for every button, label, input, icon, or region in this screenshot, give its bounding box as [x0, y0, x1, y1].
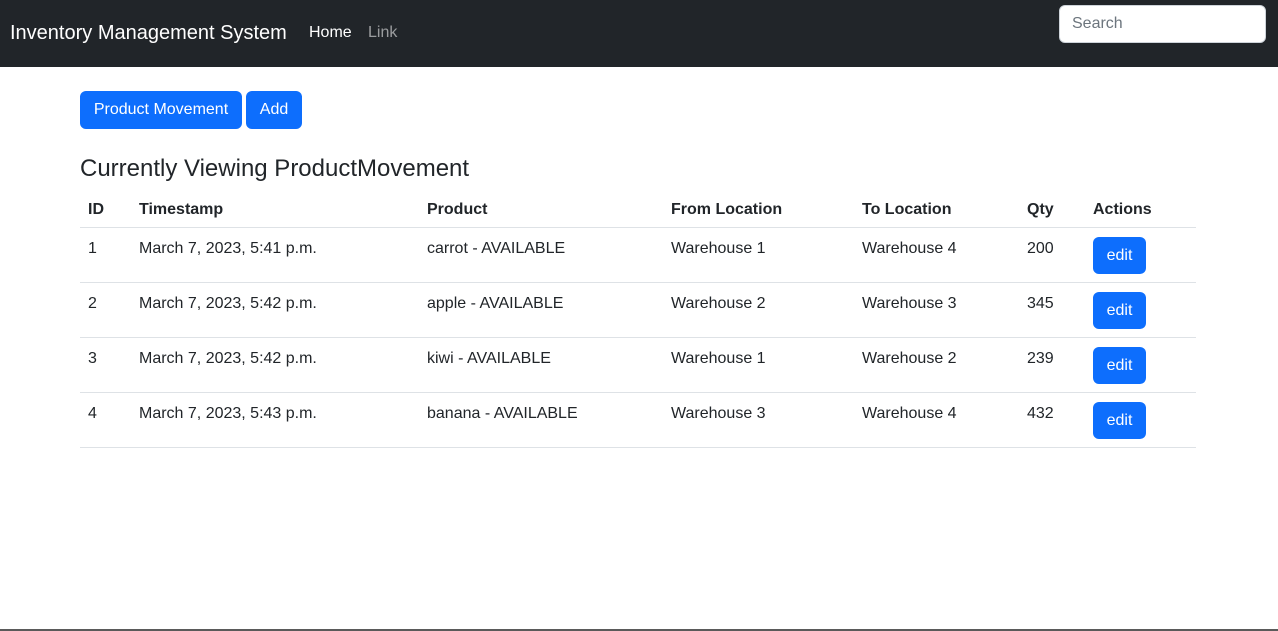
cell-product: kiwi - AVAILABLE [427, 350, 551, 367]
cell-from-location: Warehouse 2 [671, 295, 766, 312]
edit-button[interactable]: edit [1093, 347, 1146, 384]
edit-button[interactable]: edit [1093, 292, 1146, 329]
cell-qty: 200 [1027, 240, 1054, 257]
edit-button[interactable]: edit [1093, 237, 1146, 274]
column-header-id: ID [88, 201, 104, 218]
nav-link-home[interactable]: Home [309, 23, 352, 43]
nav-link-link[interactable]: Link [368, 23, 397, 43]
edit-button[interactable]: edit [1093, 402, 1146, 439]
cell-id: 1 [88, 240, 97, 257]
cell-to-location: Warehouse 2 [862, 350, 957, 367]
column-header-timestamp: Timestamp [139, 201, 224, 218]
search-input[interactable] [1059, 5, 1266, 43]
table-header: ID Timestamp Product From Location To Lo… [80, 192, 1196, 228]
table-row: 4 March 7, 2023, 5:43 p.m. banana - AVAI… [80, 393, 1196, 448]
movement-table: ID Timestamp Product From Location To Lo… [80, 192, 1196, 448]
column-header-qty: Qty [1027, 201, 1054, 218]
column-header-to-location: To Location [862, 201, 952, 218]
column-header-product: Product [427, 201, 488, 218]
cell-qty: 345 [1027, 295, 1054, 312]
cell-id: 2 [88, 295, 97, 312]
column-header-actions: Actions [1093, 201, 1152, 218]
cell-timestamp: March 7, 2023, 5:42 p.m. [139, 350, 317, 367]
brand-title[interactable]: Inventory Management System [10, 20, 287, 46]
cell-from-location: Warehouse 1 [671, 240, 766, 257]
add-button[interactable]: Add [246, 91, 302, 129]
cell-from-location: Warehouse 1 [671, 350, 766, 367]
cell-to-location: Warehouse 4 [862, 240, 957, 257]
cell-from-location: Warehouse 3 [671, 405, 766, 422]
table-row: 1 March 7, 2023, 5:41 p.m. carrot - AVAI… [80, 228, 1196, 283]
cell-id: 3 [88, 350, 97, 367]
cell-to-location: Warehouse 4 [862, 405, 957, 422]
page-title: Currently Viewing ProductMovement [80, 155, 470, 182]
product-movement-button[interactable]: Product Movement [80, 91, 242, 129]
navbar: Inventory Management System Home Link [0, 0, 1278, 67]
cell-qty: 432 [1027, 405, 1054, 422]
cell-id: 4 [88, 405, 97, 422]
cell-product: banana - AVAILABLE [427, 405, 578, 422]
cell-timestamp: March 7, 2023, 5:42 p.m. [139, 295, 317, 312]
column-header-from-location: From Location [671, 201, 783, 218]
cell-timestamp: March 7, 2023, 5:43 p.m. [139, 405, 317, 422]
cell-product: apple - AVAILABLE [427, 295, 564, 312]
cell-product: carrot - AVAILABLE [427, 240, 566, 257]
table-row: 2 March 7, 2023, 5:42 p.m. apple - AVAIL… [80, 283, 1196, 338]
cell-qty: 239 [1027, 350, 1054, 367]
cell-to-location: Warehouse 3 [862, 295, 957, 312]
table-row: 3 March 7, 2023, 5:42 p.m. kiwi - AVAILA… [80, 338, 1196, 393]
cell-timestamp: March 7, 2023, 5:41 p.m. [139, 240, 317, 257]
